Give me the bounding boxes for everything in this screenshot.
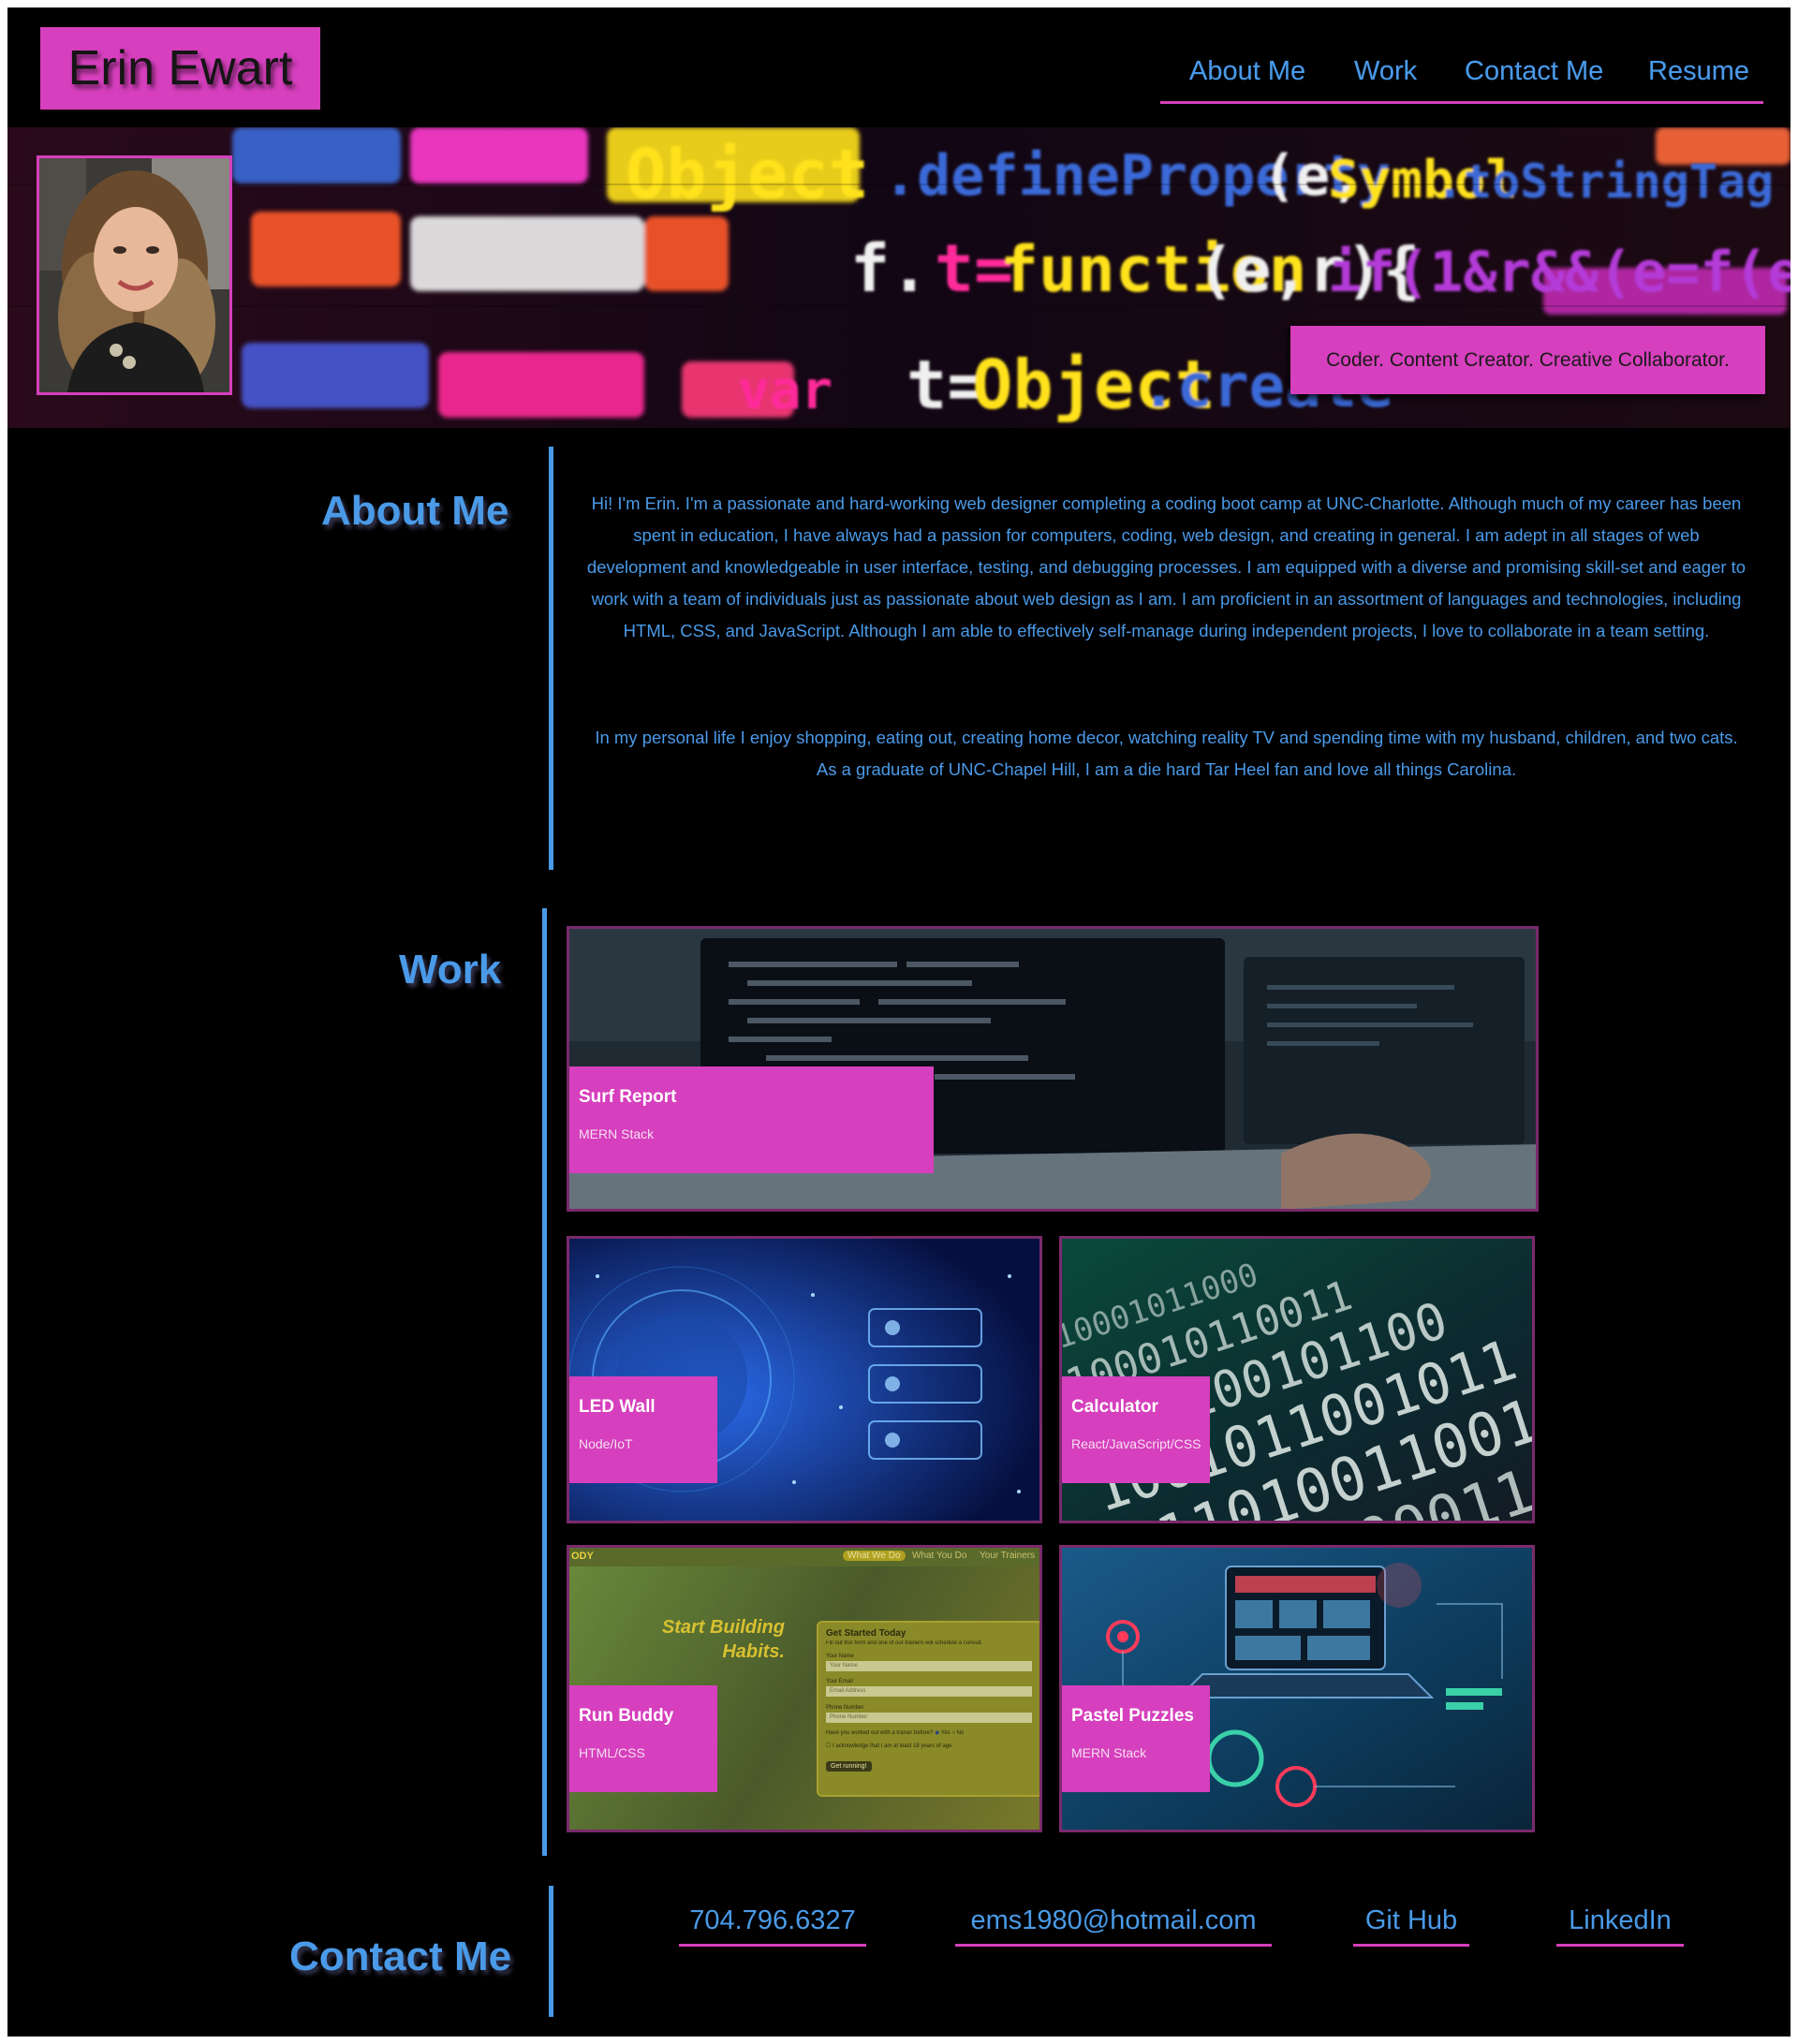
run-buddy-headline-line: Start Building: [661, 1617, 785, 1638]
run-buddy-brand: ODY: [571, 1551, 594, 1562]
run-buddy-submit: Get running!: [826, 1761, 872, 1772]
work-title: Work: [399, 947, 502, 993]
project-title: Run Buddy: [579, 1706, 674, 1726]
nav-link-about-me[interactable]: About Me: [1189, 56, 1305, 87]
project-card-led-wall[interactable]: LED Wall Node/IoT: [567, 1236, 1042, 1523]
tagline-box: Coder. Content Creator. Creative Collabo…: [1290, 326, 1765, 394]
project-tech: MERN Stack: [579, 1126, 655, 1141]
profile-photo: [37, 155, 232, 395]
run-buddy-nav-item: What You Do: [912, 1551, 967, 1561]
project-tech: HTML/CSS: [579, 1745, 645, 1760]
project-label: Surf Report MERN Stack: [569, 1066, 934, 1173]
nav-link-contact-me[interactable]: Contact Me: [1465, 56, 1603, 87]
hero-banner: Object .defineProperty (e, Symbol .toStr…: [7, 127, 1791, 428]
github-link[interactable]: Git Hub: [1353, 1905, 1469, 1947]
work-divider: [542, 908, 547, 1856]
run-buddy-form-subtitle: Fill out this form and one of our traine…: [826, 1640, 983, 1646]
checkbox-icon: ☐: [826, 1743, 833, 1749]
main-nav: About Me Work Contact Me Resume: [1160, 37, 1763, 104]
run-buddy-acknowledge-text: I acknowledge that I am at least 18 year…: [833, 1743, 952, 1749]
about-paragraph: Hi! I'm Erin. I'm a passionate and hard-…: [586, 493, 1746, 640]
run-buddy-acknowledge: ☐ I acknowledge that I am at least 18 ye…: [826, 1743, 951, 1749]
about-body: Hi! I'm Erin. I'm a passionate and hard-…: [583, 488, 1749, 786]
project-title: LED Wall: [579, 1397, 656, 1417]
linkedin-link[interactable]: LinkedIn: [1556, 1905, 1684, 1947]
run-buddy-nav-item: Your Trainers: [980, 1551, 1036, 1561]
run-buddy-field-label: Your Email: [826, 1679, 853, 1684]
phone-link[interactable]: 704.796.6327: [679, 1905, 866, 1947]
run-buddy-form: Get Started Today Fill out this form and…: [817, 1621, 1039, 1797]
run-buddy-headline: Start Building Habits.: [616, 1615, 785, 1664]
svg-text:var: var: [738, 360, 833, 421]
project-card-surf-report[interactable]: Surf Report MERN Stack: [567, 926, 1539, 1212]
about-paragraph: In my personal life I enjoy shopping, ea…: [595, 728, 1738, 779]
tagline: Coder. Content Creator. Creative Collabo…: [1326, 348, 1730, 371]
svg-text:Object: Object: [626, 135, 869, 213]
run-buddy-option: Yes: [940, 1730, 951, 1736]
project-card-run-buddy[interactable]: ODY What We Do What You Do Your Trainers…: [567, 1545, 1042, 1832]
nav-link-work[interactable]: Work: [1354, 56, 1417, 87]
profile-portrait-image: [39, 158, 229, 392]
about-divider: [549, 447, 553, 870]
site-header: Erin Ewart About Me Work Contact Me Resu…: [7, 7, 1791, 127]
run-buddy-header: ODY What We Do What You Do Your Trainers: [569, 1548, 1039, 1566]
project-title: Calculator: [1071, 1397, 1158, 1417]
brand-box: Erin Ewart: [40, 27, 320, 110]
project-label: Run Buddy HTML/CSS: [569, 1685, 717, 1792]
svg-text:f.: f.: [850, 230, 929, 307]
project-label: LED Wall Node/IoT: [569, 1376, 717, 1483]
radio-icon: ◉: [935, 1730, 941, 1736]
run-buddy-input: Email Address: [826, 1686, 1032, 1697]
run-buddy-input: Phone Number: [826, 1713, 1032, 1723]
project-label: Calculator React/JavaScript/CSS: [1062, 1376, 1210, 1483]
run-buddy-form-title: Get Started Today: [826, 1628, 906, 1639]
run-buddy-nav-item: What We Do: [843, 1551, 906, 1561]
project-tech: MERN Stack: [1071, 1745, 1147, 1760]
project-card-calculator[interactable]: 0110001011000 1100010110011 010110010110…: [1059, 1236, 1535, 1523]
run-buddy-field-label: Phone Number: [826, 1705, 864, 1711]
project-tech: Node/IoT: [579, 1436, 633, 1451]
nav-link-resume[interactable]: Resume: [1648, 56, 1749, 87]
contact-divider: [549, 1886, 553, 2017]
run-buddy-question-text: Have you worked out with a trainer befor…: [826, 1730, 934, 1736]
svg-text:if(1&r&&(e=f(e)),: if(1&r&&(e=f(e)),: [1328, 240, 1791, 305]
run-buddy-option: No: [956, 1730, 965, 1736]
project-tech: React/JavaScript/CSS: [1071, 1436, 1201, 1451]
svg-text:.toStringTag: .toStringTag: [1436, 154, 1774, 209]
run-buddy-headline-line: Habits.: [722, 1641, 785, 1662]
project-title: Pastel Puzzles: [1071, 1706, 1194, 1726]
site-name: Erin Ewart: [67, 41, 293, 96]
project-label: Pastel Puzzles MERN Stack: [1062, 1685, 1210, 1792]
project-title: Surf Report: [579, 1087, 677, 1107]
run-buddy-question: Have you worked out with a trainer befor…: [826, 1729, 964, 1736]
contact-title: Contact Me: [289, 1934, 512, 1979]
email-link[interactable]: ems1980@hotmail.com: [955, 1905, 1272, 1947]
about-title: About Me: [321, 488, 509, 534]
page: Erin Ewart About Me Work Contact Me Resu…: [7, 7, 1791, 2037]
project-card-pastel-puzzles[interactable]: Pastel Puzzles MERN Stack: [1059, 1545, 1535, 1832]
run-buddy-input: Your Name: [826, 1661, 1032, 1671]
run-buddy-field-label: Your Name: [826, 1654, 854, 1659]
